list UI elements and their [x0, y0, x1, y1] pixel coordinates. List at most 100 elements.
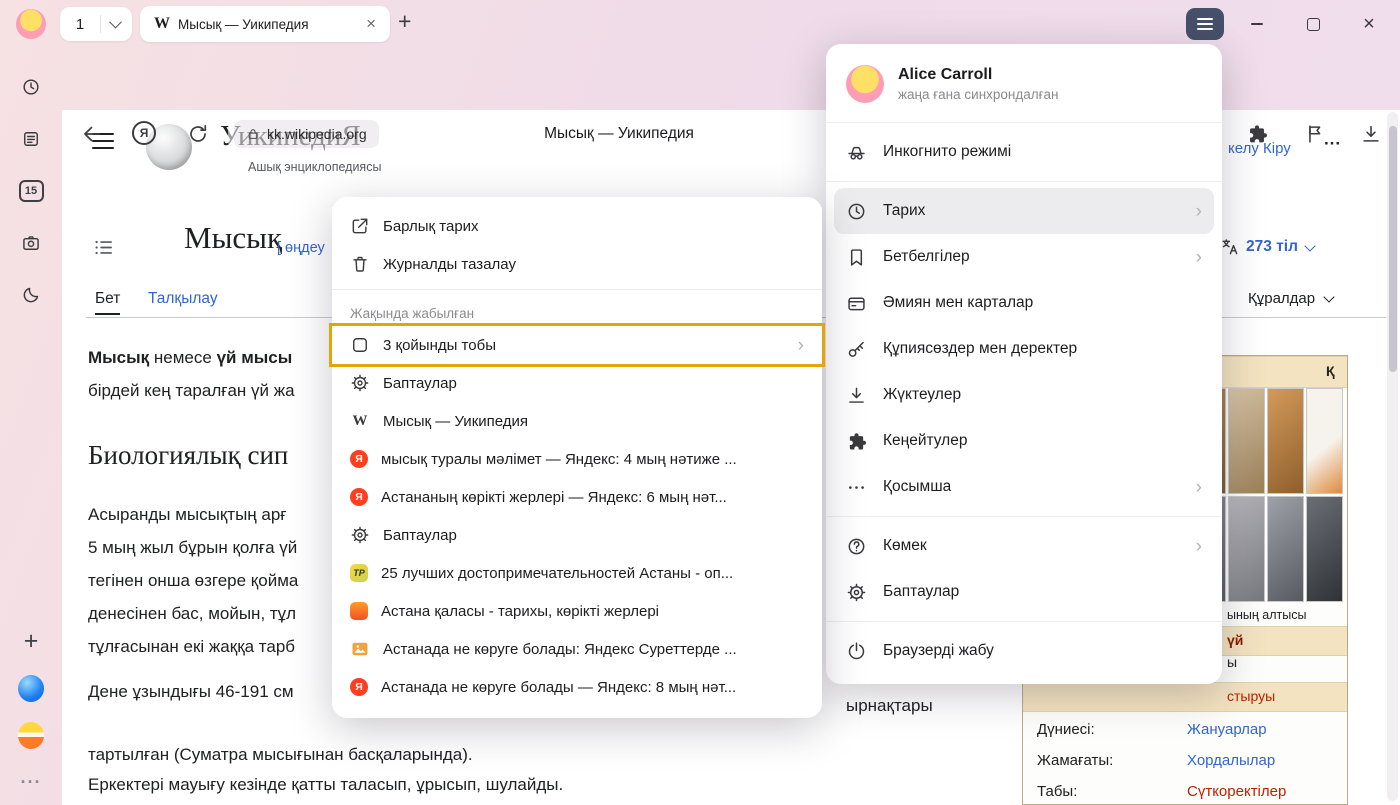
- wikipedia-favicon: W: [350, 411, 370, 431]
- tab-title: Мысық — Уикипедия: [178, 17, 362, 32]
- menu-item[interactable]: Баптаулар: [332, 516, 822, 554]
- article-paragraph: Мысық немесе үй мысы: [88, 348, 292, 368]
- gear-icon: [350, 373, 370, 393]
- browser-menu: Alice Carroll жаңа ғана синхрондалған Ин…: [826, 44, 1222, 684]
- cat-photo: [1228, 496, 1265, 602]
- sidebar-item[interactable]: [18, 282, 44, 308]
- lock-icon: [246, 127, 260, 141]
- back-icon[interactable]: [80, 122, 104, 146]
- tab-article[interactable]: Бет: [95, 290, 120, 315]
- menu-item-label: 25 лучших достопримечательностей Астаны …: [381, 565, 733, 582]
- contents-toc-icon[interactable]: [92, 236, 115, 259]
- domain-chip[interactable]: kk.wikipedia.org: [234, 120, 379, 148]
- collections-flag-icon[interactable]: [1304, 123, 1326, 145]
- menu-item[interactable]: Баптаулар: [332, 364, 822, 402]
- scrollbar-thumb[interactable]: [1389, 126, 1397, 372]
- article-text: тегінен онша өзгере қойма: [88, 571, 298, 591]
- sidebar-item[interactable]: [18, 675, 44, 701]
- sidebar-item[interactable]: [18, 126, 44, 152]
- menu-item-label: Журналды тазалау: [383, 256, 516, 273]
- edit-link[interactable]: [ өңдеу: [277, 240, 325, 256]
- wiki-more-icon[interactable]: ···: [1324, 134, 1341, 154]
- menu-item[interactable]: Тарих›: [834, 188, 1214, 234]
- profile-avatar[interactable]: [16, 9, 46, 39]
- menu-item[interactable]: Астана қаласы - тарихы, көрікті жерлері: [332, 592, 822, 630]
- extensions-puzzle-icon[interactable]: [1246, 123, 1268, 145]
- article-title: Мысық: [184, 220, 282, 256]
- article-text: немесе: [149, 348, 216, 367]
- taxonomy-link[interactable]: Сүткоректілер: [1187, 783, 1286, 800]
- sidebar-item[interactable]: 15: [18, 178, 44, 204]
- menu-item[interactable]: Браузерді жабу: [834, 628, 1214, 674]
- menu-item[interactable]: Инкогнито режимі: [834, 129, 1214, 175]
- taxobox-band-link[interactable]: стыруы: [1227, 688, 1275, 704]
- menu-item[interactable]: Астанада не көруге болады: Яндекс Суретт…: [332, 630, 822, 668]
- article-text: бірдей кең таралған үй жа: [88, 381, 295, 401]
- tab-close-icon[interactable]: ×: [362, 14, 380, 34]
- hamburger-icon: [1197, 23, 1213, 25]
- taxobox-header-text: Қ: [1326, 363, 1335, 379]
- section-heading: Биологиялық сип: [88, 440, 288, 471]
- tab-strip: 1 W Мысық — Уикипедия × + ×: [0, 0, 1400, 48]
- menu-item[interactable]: Құпиясөздер мен деректер: [834, 326, 1214, 372]
- help-icon: [846, 536, 867, 557]
- menu-item-label: Көмек: [883, 537, 927, 555]
- close-button[interactable]: ×: [1352, 10, 1386, 38]
- bookmark-icon: [846, 247, 867, 268]
- tab-talk[interactable]: Талқылау: [148, 290, 218, 308]
- browser-menu-items: Инкогнито режимі Тарих›Бетбелгілер› Әмиян …: [826, 129, 1222, 674]
- sidebar-item[interactable]: [18, 722, 44, 748]
- tools-dropdown[interactable]: Құралдар: [1248, 290, 1333, 307]
- badge-15-icon: 15: [19, 180, 44, 202]
- menu-item[interactable]: TP25 лучших достопримечательностей Астан…: [332, 554, 822, 592]
- more-dots-icon: ···: [21, 772, 42, 793]
- menu-item[interactable]: Журналды тазалау: [332, 245, 822, 283]
- article-text-fragment: ырнақтары: [846, 696, 933, 716]
- menu-item[interactable]: Көмек›: [834, 523, 1214, 569]
- menu-item[interactable]: Жүктеулер: [834, 372, 1214, 418]
- menu-item[interactable]: 3 қойынды тобы›: [332, 326, 822, 364]
- menu-divider: [826, 122, 1222, 123]
- menu-item-label: Әмиян мен карталар: [883, 294, 1033, 312]
- wikipedia-favicon: W: [154, 15, 170, 33]
- refresh-icon[interactable]: [186, 122, 210, 146]
- history-menu-top: Барлық тарих Журналды тазалау: [332, 207, 822, 283]
- chevron-right-icon: ›: [1196, 248, 1202, 267]
- menu-item[interactable]: Барлық тарих: [332, 207, 822, 245]
- menu-item[interactable]: Баптаулар: [834, 569, 1214, 615]
- browser-tab[interactable]: W Мысық — Уикипедия ×: [140, 6, 390, 42]
- menu-item[interactable]: Қосымша›: [834, 464, 1214, 510]
- url-text: kk.wikipedia.org: [267, 126, 367, 142]
- menu-item[interactable]: ЯАстананың көрікті жерлері — Яндекс: 6 м…: [332, 478, 822, 516]
- taxonomy-link[interactable]: Хордалылар: [1187, 752, 1275, 769]
- sidebar-item[interactable]: [18, 74, 44, 100]
- language-selector[interactable]: 273 тіл: [1220, 237, 1314, 257]
- sidebar-item[interactable]: +: [18, 628, 44, 654]
- maximize-button[interactable]: [1296, 10, 1330, 38]
- taxonomy-link[interactable]: Жануарлар: [1187, 721, 1267, 738]
- menu-item-label: мысық туралы мәлімет — Яндекс: 4 мың нәт…: [381, 451, 737, 468]
- browser-menu-button[interactable]: [1186, 8, 1224, 40]
- sidebar-item[interactable]: ···: [18, 769, 44, 795]
- menu-item[interactable]: Әмиян мен карталар: [834, 280, 1214, 326]
- chevron-down-icon: [109, 15, 122, 28]
- menu-item[interactable]: Ямысық туралы мәлімет — Яндекс: 4 мың нә…: [332, 440, 822, 478]
- menu-item[interactable]: Кеңейтулер: [834, 418, 1214, 464]
- yandex-search-icon[interactable]: Я: [132, 121, 156, 145]
- scrollbar[interactable]: [1387, 112, 1398, 801]
- sidebar-top-group: 15: [0, 74, 62, 308]
- menu-item-label: Кеңейтулер: [883, 432, 967, 450]
- minimize-button[interactable]: [1240, 10, 1274, 38]
- new-tab-button[interactable]: +: [398, 8, 411, 35]
- profile-row[interactable]: Alice Carroll жаңа ғана синхрондалған: [826, 52, 1222, 116]
- menu-item[interactable]: WМысық — Уикипедия: [332, 402, 822, 440]
- article-text: 5 мың жыл бұрын қолға үй: [88, 538, 297, 558]
- downloads-icon[interactable]: [1360, 123, 1382, 145]
- menu-item[interactable]: ЯАстанада не көруге болады — Яндекс: 8 м…: [332, 668, 822, 706]
- menu-item[interactable]: Бетбелгілер›: [834, 234, 1214, 280]
- sync-status: жаңа ғана синхрондалған: [898, 87, 1059, 102]
- sidebar-item[interactable]: [18, 230, 44, 256]
- history-menu: Барлық тарихЖурналды тазалау Жақында жаб…: [332, 197, 822, 718]
- article-text: тартылған (Суматра мысығынан басқаларынд…: [88, 745, 473, 765]
- tab-counter[interactable]: 1: [60, 7, 132, 41]
